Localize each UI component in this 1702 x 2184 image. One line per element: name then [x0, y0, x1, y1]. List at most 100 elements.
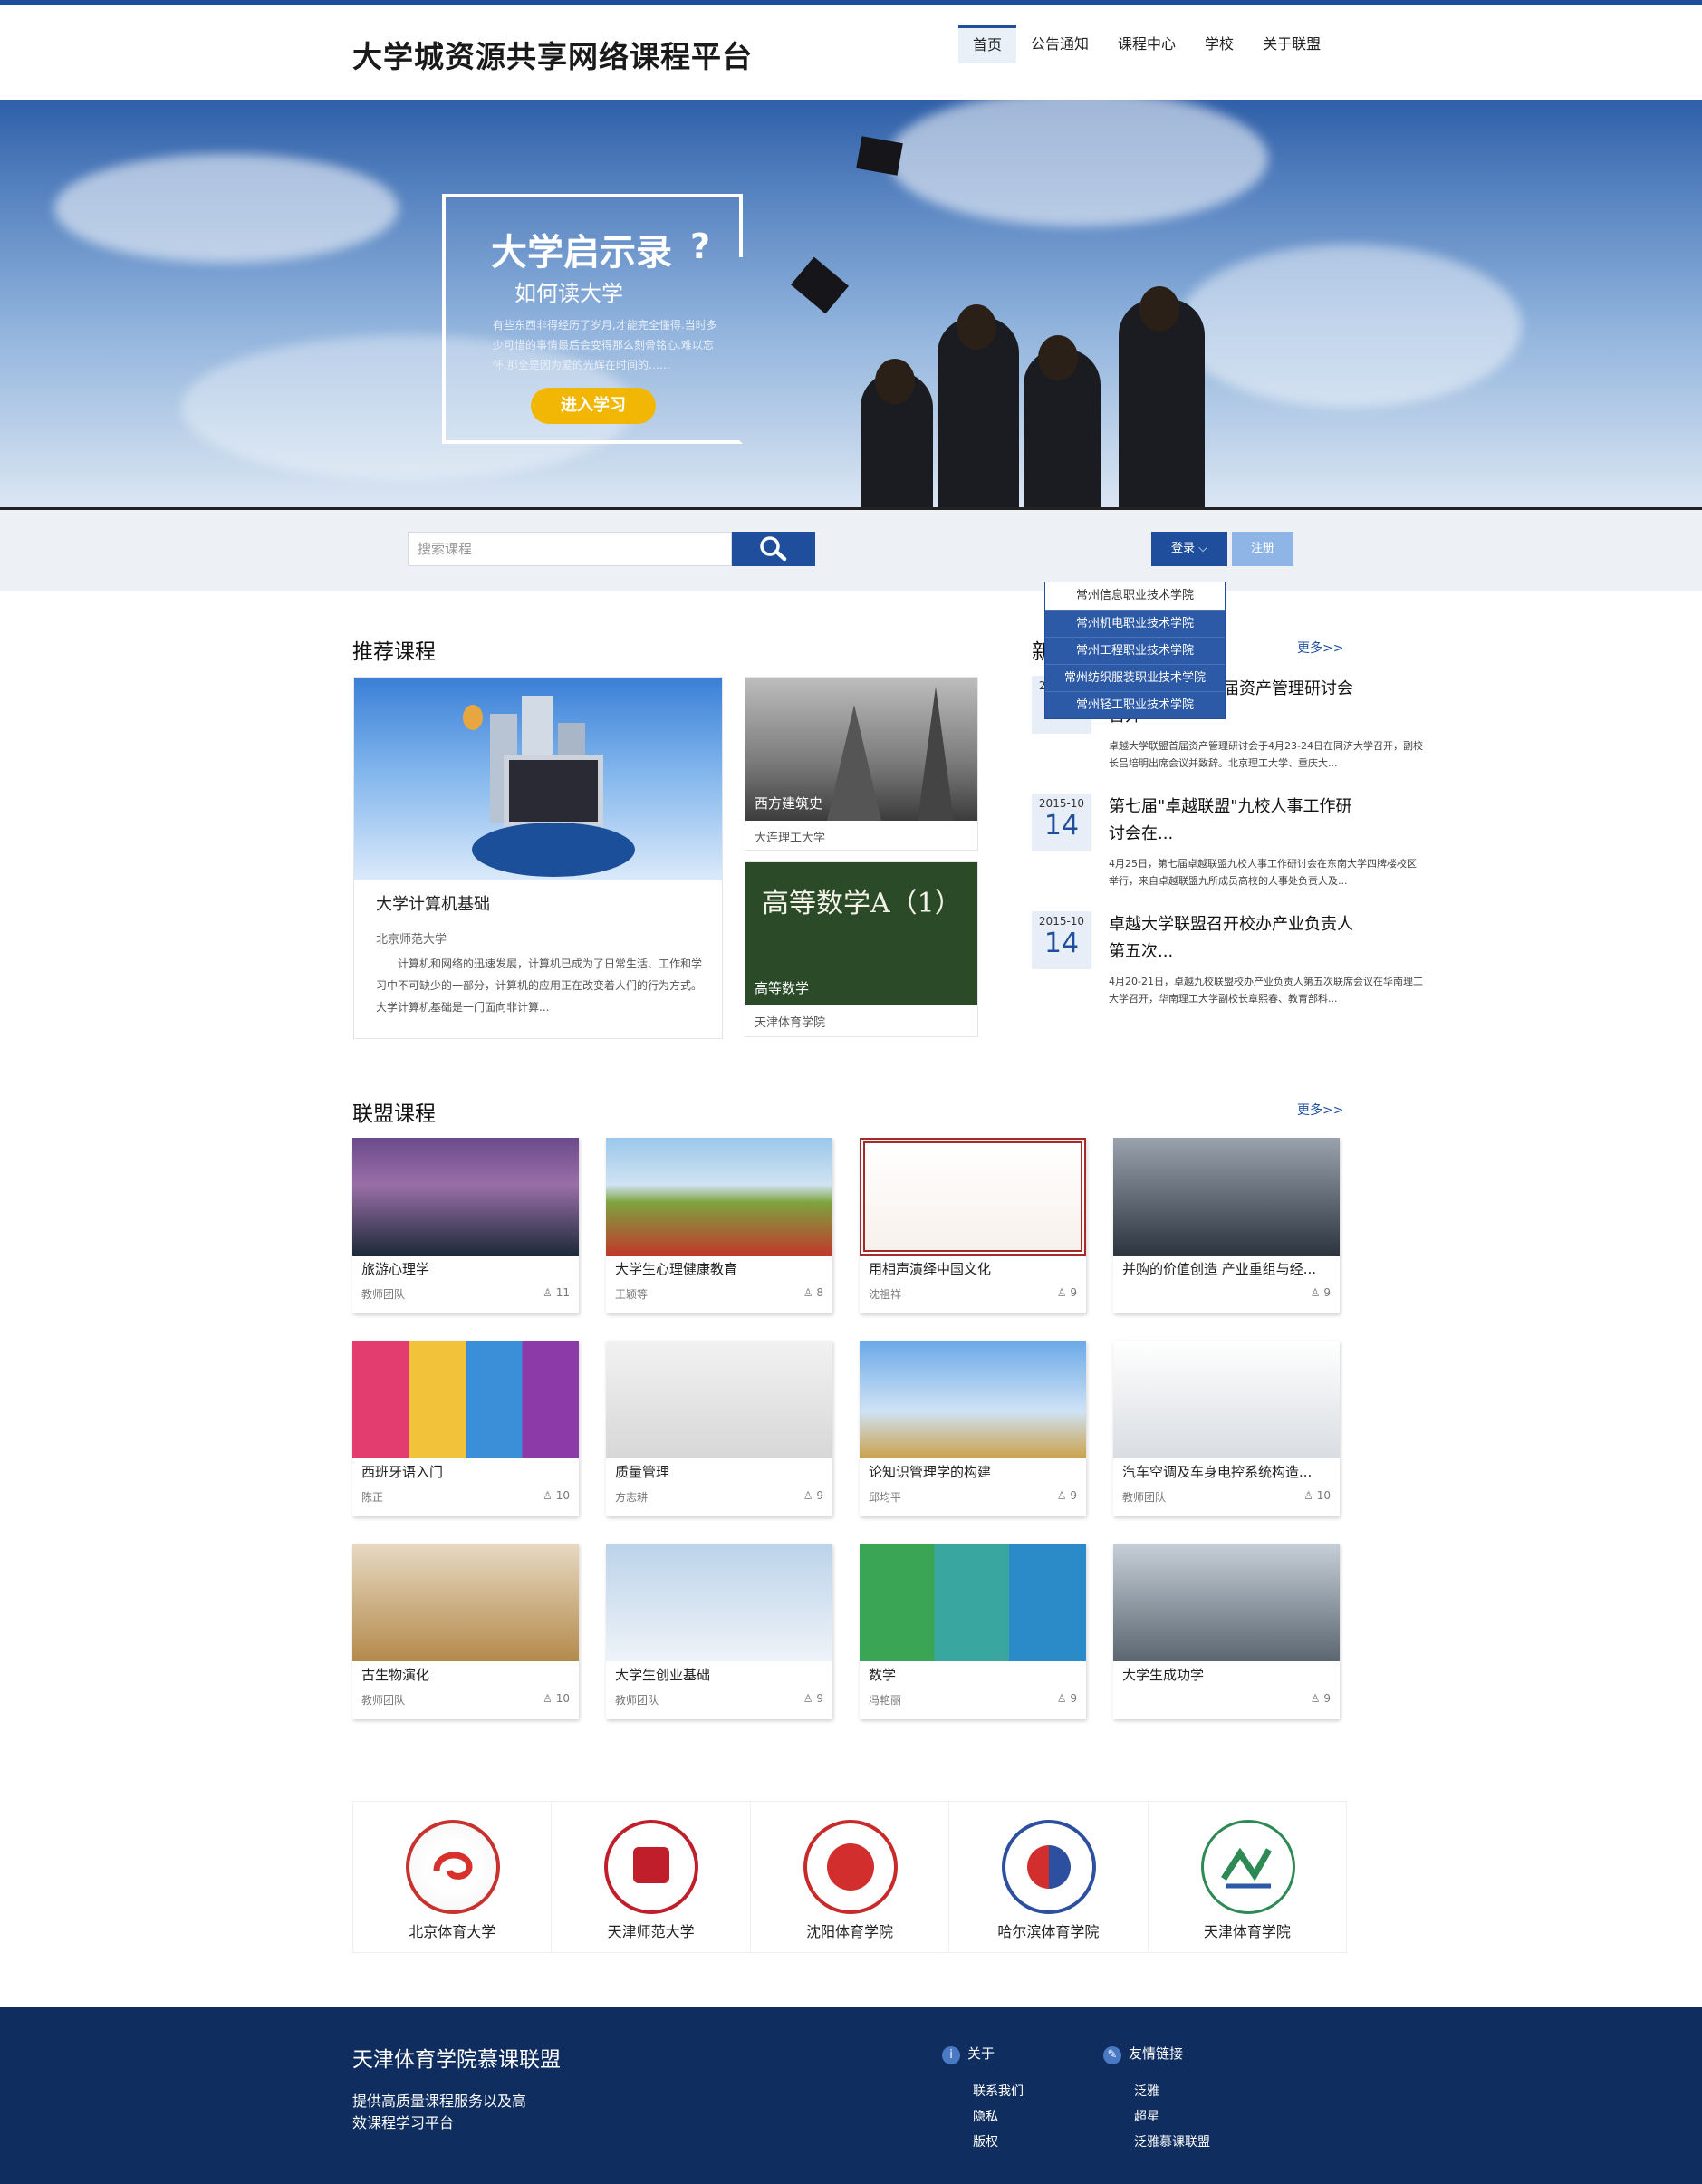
- main-course-card[interactable]: 大学计算机基础 北京师范大学 计算机和网络的迅速发展，计算机已成为了日常生活、工…: [353, 677, 723, 1039]
- course-school: 天津体育学院: [755, 1016, 826, 1030]
- school-item[interactable]: 天津师范大学: [552, 1802, 751, 1952]
- dropdown-item[interactable]: 常州轻工职业技术学院: [1045, 691, 1225, 718]
- person-icon: ♙: [543, 1286, 556, 1299]
- school-name: 天津体育学院: [1203, 1923, 1291, 1940]
- school-logo: [1200, 1820, 1295, 1914]
- course-thumbnail: [352, 1138, 579, 1256]
- side-course-card[interactable]: 高等数学A（1） 高等数学 天津体育学院: [745, 861, 978, 1037]
- nav-schools[interactable]: 学校: [1190, 25, 1248, 63]
- school-item[interactable]: 天津体育学院: [1149, 1802, 1346, 1952]
- graduate-head: [957, 304, 996, 350]
- course-learner-count: ♙ 9: [1311, 1286, 1331, 1299]
- footer-link[interactable]: 版权: [973, 2132, 998, 2150]
- school-item[interactable]: 哈尔滨体育学院: [949, 1802, 1149, 1952]
- school-item[interactable]: 北京体育大学: [353, 1802, 553, 1952]
- course-thumbnail: [860, 1138, 1086, 1256]
- alliance-course-card[interactable]: 论知识管理学的构建 邱均平 ♙ 9: [860, 1341, 1086, 1516]
- graduation-cap-icon: [856, 136, 903, 176]
- side-course-card[interactable]: 西方建筑史 大连理工大学: [745, 677, 978, 851]
- emblem-icon: [1220, 1847, 1272, 1889]
- count-value: 10: [1316, 1489, 1331, 1502]
- course-learner-count: ♙ 10: [543, 1489, 570, 1502]
- login-label: 登录: [1170, 542, 1195, 555]
- person-icon: ♙: [543, 1692, 556, 1705]
- search-button[interactable]: [732, 532, 815, 566]
- alliance-course-card[interactable]: 大学生心理健康教育 王颖等 ♙ 8: [606, 1138, 832, 1313]
- news-more-link[interactable]: 更多>>: [1297, 639, 1343, 657]
- course-learner-count: ♙ 10: [543, 1692, 570, 1705]
- dropdown-item[interactable]: 常州信息职业技术学院: [1045, 582, 1225, 610]
- news-date-day: 14: [1043, 810, 1080, 842]
- school-name: 天津师范大学: [607, 1923, 695, 1940]
- alliance-course-card[interactable]: 大学生成功学 ♙ 9: [1113, 1544, 1340, 1719]
- course-team: 方志耕: [615, 1491, 649, 1504]
- course-title: 西方建筑史: [755, 795, 823, 812]
- hero-promo-box: 大学启示录 ? 如何读大学 有些东西非得经历了岁月,才能完全懂得.当时多少可惜的…: [442, 194, 743, 444]
- graduate-head: [875, 359, 915, 404]
- course-thumbnail: [606, 1138, 832, 1256]
- course-learner-count: ♙ 9: [1057, 1489, 1077, 1502]
- seal-mark: [826, 1843, 874, 1891]
- course-thumbnail: [1113, 1341, 1340, 1458]
- person-icon: ♙: [803, 1489, 817, 1502]
- course-title: 大学计算机基础: [376, 895, 490, 914]
- course-learner-count: ♙ 9: [1057, 1286, 1077, 1299]
- dropdown-item[interactable]: 常州机电职业技术学院: [1045, 610, 1225, 637]
- alliance-course-card[interactable]: 旅游心理学 教师团队 ♙ 11: [352, 1138, 579, 1313]
- course-team: 教师团队: [1122, 1491, 1167, 1504]
- footer-link[interactable]: 泛雅慕课联盟: [1134, 2132, 1210, 2150]
- footer-link[interactable]: 联系我们: [973, 2082, 1024, 2100]
- dropdown-item[interactable]: 常州工程职业技术学院: [1045, 637, 1225, 664]
- course-thumbnail: [1113, 1544, 1340, 1661]
- footer-link[interactable]: 泛雅: [1134, 2082, 1159, 2100]
- alliance-course-card[interactable]: 汽车空调及车身电控系统构造... 教师团队 ♙ 10: [1113, 1341, 1340, 1516]
- graduate-head: [1038, 335, 1078, 380]
- start-learning-button[interactable]: 进入学习: [531, 388, 656, 424]
- cathedral-shape: [827, 705, 881, 821]
- alliance-course-card[interactable]: 古生物演化 教师团队 ♙ 10: [352, 1544, 579, 1719]
- footer: 天津体育学院慕课联盟 提供高质量课程服务以及高效课程学习平台 i 关于 联系我们 …: [0, 2007, 1702, 2184]
- seal-mark: [633, 1847, 670, 1883]
- nav-home[interactable]: 首页: [958, 25, 1017, 63]
- register-button[interactable]: 注册: [1232, 532, 1293, 566]
- alliance-course-card[interactable]: 西班牙语入门 陈正 ♙ 10: [352, 1341, 579, 1516]
- news-item-title[interactable]: 第七届"卓越联盟"九校人事工作研讨会在...: [1109, 794, 1353, 848]
- news-item-body: 4月20-21日，卓越九校联盟校办产业负责人第五次联席会议在华南理工大学召开，华…: [1109, 976, 1423, 1005]
- alliance-course-card[interactable]: 大学生创业基础 教师团队 ♙ 9: [606, 1544, 832, 1719]
- course-learner-count: ♙ 8: [803, 1286, 823, 1299]
- footer-link[interactable]: 隐私: [973, 2107, 998, 2125]
- dropdown-item[interactable]: 常州纺织服装职业技术学院: [1045, 664, 1225, 691]
- alliance-course-card[interactable]: 质量管理 方志耕 ♙ 9: [606, 1341, 832, 1516]
- seal-mark: [1027, 1845, 1072, 1889]
- course-learner-count: ♙ 9: [1311, 1692, 1331, 1705]
- nav-notices[interactable]: 公告通知: [1016, 25, 1103, 63]
- alliance-title: 联盟课程: [352, 1102, 436, 1126]
- nav-about[interactable]: 关于联盟: [1248, 25, 1335, 63]
- school-item[interactable]: 沈阳体育学院: [751, 1802, 950, 1952]
- person-icon: ♙: [1303, 1489, 1317, 1502]
- cloud-decoration: [54, 154, 399, 263]
- balloon-shape: [463, 705, 483, 730]
- news-item-title[interactable]: 卓越大学联盟召开校办产业负责人第五次...: [1109, 911, 1353, 966]
- count-value: 9: [1323, 1692, 1331, 1705]
- nav-courses[interactable]: 课程中心: [1103, 25, 1190, 63]
- count-value: 9: [1070, 1489, 1077, 1502]
- footer-link[interactable]: 超星: [1134, 2107, 1159, 2125]
- search-input[interactable]: 搜索课程: [408, 532, 732, 566]
- alliance-course-card[interactable]: 数学 冯艳丽 ♙ 9: [860, 1544, 1086, 1719]
- person-icon: ♙: [1056, 1286, 1071, 1299]
- person-icon: ♙: [1310, 1286, 1324, 1299]
- tower-shape: [918, 687, 954, 821]
- login-button[interactable]: 登录 ⌵: [1151, 532, 1227, 566]
- hero-banner: 大学启示录 ? 如何读大学 有些东西非得经历了岁月,才能完全懂得.当时多少可惜的…: [0, 100, 1702, 507]
- count-value: 9: [1323, 1286, 1331, 1299]
- info-icon: i: [942, 2046, 960, 2064]
- chalkboard-text: 高等数学A（1）: [762, 888, 962, 919]
- alliance-course-card[interactable]: 并购的价值创造 产业重组与经... ♙ 9: [1113, 1138, 1340, 1313]
- course-thumbnail: [860, 1544, 1086, 1661]
- course-thumbnail: [860, 1341, 1086, 1458]
- alliance-more-link[interactable]: 更多>>: [1297, 1101, 1343, 1119]
- alliance-course-card[interactable]: 用相声演绎中国文化 沈祖祥 ♙ 9: [860, 1138, 1086, 1313]
- news-item-body: 4月25日，第七届卓越联盟九校人事工作研讨会在东南大学四牌楼校区举行，来自卓越联…: [1109, 858, 1417, 887]
- globe-shape: [472, 823, 635, 877]
